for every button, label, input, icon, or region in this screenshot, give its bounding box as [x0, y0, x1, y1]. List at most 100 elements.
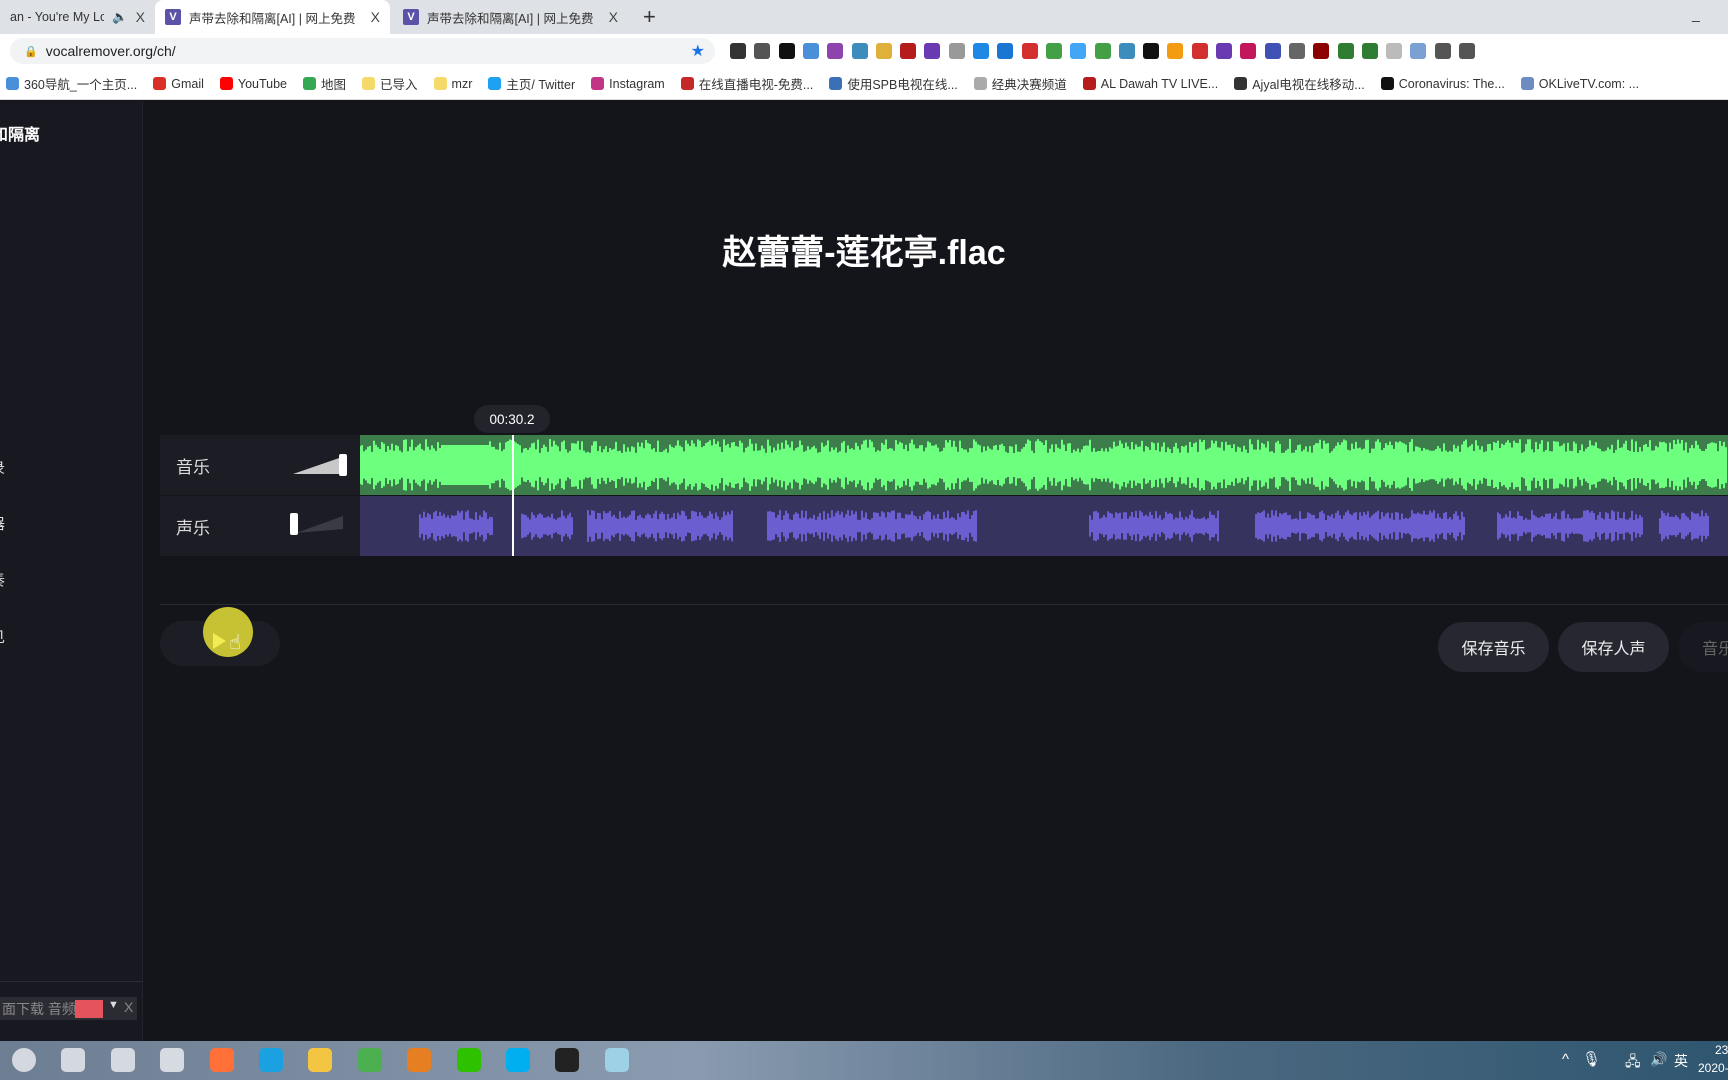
extension-icon[interactable]: [730, 43, 746, 59]
extension-icon[interactable]: [1386, 43, 1403, 59]
lock-icon: 🔒: [24, 45, 38, 58]
bookmark-label: Coronavirus: The...: [1398, 76, 1505, 91]
extension-icon[interactable]: [851, 43, 868, 59]
minimize-button[interactable]: _: [1692, 6, 1700, 22]
play-icon[interactable]: [213, 633, 226, 649]
bookmark-item[interactable]: OKLiveTV.com: ...: [1520, 77, 1639, 91]
sidebar-item-2[interactable]: 器: [0, 513, 5, 534]
bookmark-icon: [303, 77, 317, 90]
extension-icon[interactable]: [802, 43, 819, 59]
volume-slider-music[interactable]: [293, 452, 353, 478]
network-icon[interactable]: 🖧: [1625, 1051, 1641, 1075]
save-vocal-button[interactable]: 保存人声: [1558, 622, 1669, 672]
extension-icon[interactable]: [1288, 43, 1305, 59]
extension-icon[interactable]: [1021, 43, 1038, 59]
bookmark-item[interactable]: Coronavirus: The...: [1380, 76, 1505, 91]
star-icon[interactable]: ★: [691, 41, 705, 61]
vocal-waveform[interactable]: [360, 496, 1728, 556]
extension-icon[interactable]: [1143, 43, 1160, 59]
bookmark-item[interactable]: YouTube: [219, 77, 287, 91]
bookmark-item[interactable]: Gmail: [153, 77, 204, 91]
edge-icon[interactable]: [259, 1048, 283, 1072]
bookmark-item[interactable]: 地图: [303, 74, 346, 93]
extension-icon[interactable]: [1094, 43, 1111, 59]
extension-icon[interactable]: [1459, 43, 1475, 59]
new-tab-button[interactable]: +: [643, 4, 656, 30]
bookmark-item[interactable]: mzr: [433, 77, 472, 91]
microphone-icon[interactable]: 🎙: [1582, 1050, 1601, 1068]
extension-icon[interactable]: [1167, 43, 1184, 59]
close-icon[interactable]: X: [124, 999, 133, 1015]
extension-icon[interactable]: [1264, 43, 1281, 59]
app-icon[interactable]: [110, 1048, 135, 1072]
chrome-icon[interactable]: [357, 1048, 382, 1072]
extension-icon[interactable]: [1410, 43, 1427, 59]
volume-slider-vocal[interactable]: [290, 513, 350, 539]
clock-date[interactable]: 2020-: [1698, 1061, 1728, 1075]
tab-3[interactable]: V 声带去除和隔离[AI] | 网上免费 X: [393, 0, 628, 34]
extension-icon[interactable]: [1313, 43, 1330, 59]
dropdown-icon[interactable]: ▼: [108, 999, 119, 1011]
save-music-button[interactable]: 保存音乐: [1438, 622, 1549, 672]
extension-icon[interactable]: [1240, 43, 1257, 59]
extension-icon[interactable]: [924, 43, 941, 59]
tab-2[interactable]: V 声带去除和隔离[AI] | 网上免费 X: [155, 0, 390, 34]
bookmark-item[interactable]: 经典决赛频道: [973, 74, 1067, 93]
extension-icon[interactable]: [1045, 43, 1062, 59]
extension-icon[interactable]: [948, 43, 965, 59]
bookmark-item[interactable]: 主页/ Twitter: [488, 74, 575, 93]
start-icon[interactable]: [12, 1048, 36, 1072]
extension-icon[interactable]: [778, 43, 795, 59]
music-waveform[interactable]: [360, 435, 1728, 495]
extension-icon[interactable]: [900, 43, 917, 59]
speaker-icon[interactable]: 🔈: [112, 10, 128, 25]
extension-icon[interactable]: [1434, 43, 1451, 59]
extension-icon[interactable]: [827, 43, 844, 59]
bookmark-item[interactable]: Instagram: [591, 77, 665, 91]
download-widget[interactable]: 面下载 音频 ▼ X: [0, 997, 137, 1020]
tray-chevron-icon[interactable]: ^: [1562, 1051, 1569, 1068]
extension-icon[interactable]: [1070, 43, 1087, 59]
bookmark-item[interactable]: 360导航_一个主页...: [6, 74, 137, 93]
playhead[interactable]: [512, 435, 514, 556]
bookmark-item[interactable]: 使用SPB电视在线...: [829, 74, 958, 93]
skype-icon[interactable]: [506, 1048, 530, 1072]
file-title: 赵蕾蕾-莲花亭.flac: [722, 234, 1006, 272]
notepad-icon[interactable]: [604, 1048, 629, 1072]
firefox-icon[interactable]: [209, 1048, 234, 1072]
sidebar-item-1[interactable]: 录: [0, 457, 5, 478]
app-icon[interactable]: [555, 1048, 580, 1072]
bookmark-item[interactable]: 在线直播电视-免费...: [680, 74, 813, 93]
extension-icon[interactable]: [1337, 43, 1354, 59]
ime-indicator[interactable]: 英: [1674, 1051, 1688, 1071]
extension-icon[interactable]: [997, 43, 1014, 59]
hand-cursor-icon: ☝: [229, 632, 242, 654]
volume-icon[interactable]: 🔊: [1650, 1051, 1667, 1068]
tab-1[interactable]: an - You're My Lo 🔈 X: [0, 0, 155, 34]
extension-icon[interactable]: [1361, 43, 1378, 59]
wechat-icon[interactable]: [456, 1048, 481, 1072]
task-view-icon[interactable]: [61, 1048, 86, 1072]
track-music-header: 音乐: [160, 435, 360, 495]
extension-icon[interactable]: [754, 43, 771, 59]
app-icon[interactable]: [407, 1048, 432, 1072]
sidebar-item-3[interactable]: 奏: [0, 569, 5, 590]
extension-icon[interactable]: [1216, 43, 1232, 59]
url-bar[interactable]: 🔒 vocalremover.org/ch/ ★: [10, 38, 715, 64]
clock-time[interactable]: 23: [1715, 1043, 1728, 1057]
music-button[interactable]: 音乐: [1678, 622, 1728, 672]
search-icon[interactable]: [160, 1048, 185, 1072]
extension-icon[interactable]: [875, 43, 892, 59]
extension-icon[interactable]: [1118, 43, 1135, 59]
extension-icon[interactable]: [1191, 43, 1208, 59]
close-tab-icon[interactable]: X: [371, 9, 380, 25]
bookmark-item[interactable]: 已导入: [362, 74, 418, 93]
close-tab-icon[interactable]: X: [609, 9, 618, 25]
extension-icon[interactable]: [973, 43, 989, 59]
file-explorer-icon[interactable]: [308, 1048, 333, 1072]
bookmark-icon: [433, 77, 447, 90]
bookmark-item[interactable]: Ajyal电视在线移动...: [1234, 74, 1365, 93]
bookmark-item[interactable]: AL Dawah TV LIVE...: [1082, 77, 1218, 91]
sidebar-item-4[interactable]: 见: [0, 626, 5, 647]
close-tab-icon[interactable]: X: [136, 9, 145, 25]
